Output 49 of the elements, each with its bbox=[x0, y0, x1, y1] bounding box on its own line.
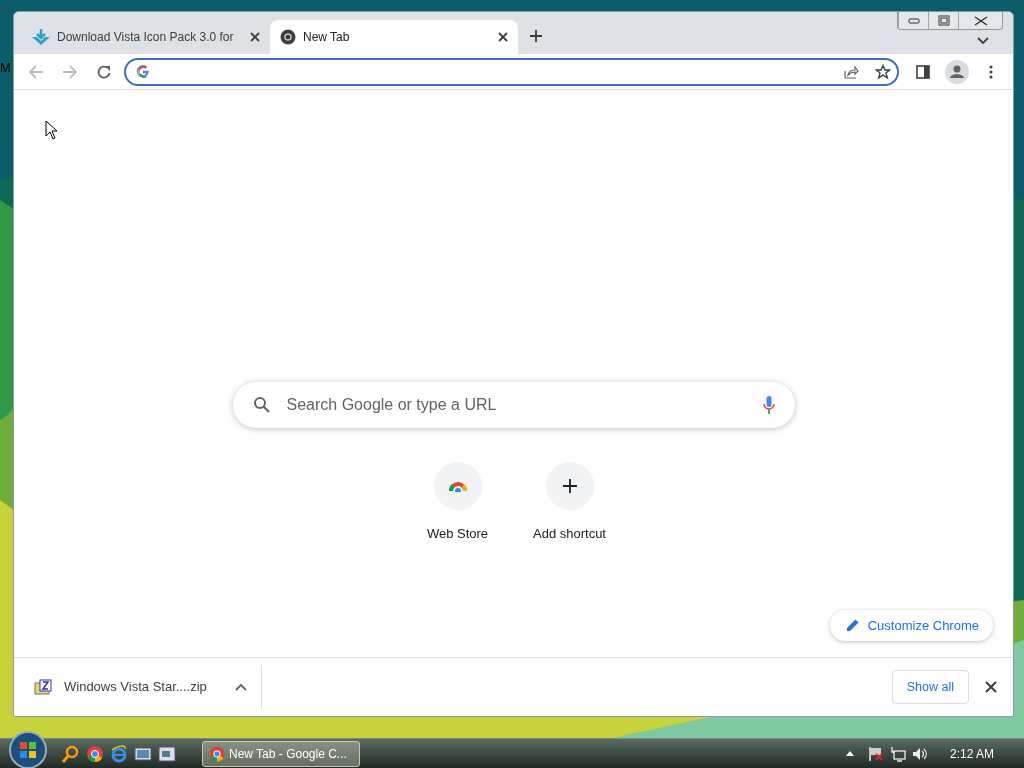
minimize-icon bbox=[907, 17, 920, 24]
browser-tab[interactable]: New Tab bbox=[270, 20, 518, 54]
close-icon bbox=[973, 15, 988, 26]
shortcut-tile[interactable]: Add shortcut bbox=[513, 462, 626, 544]
shortcut-tile[interactable]: Web Store bbox=[401, 462, 514, 544]
flag-icon[interactable] bbox=[867, 745, 884, 762]
download-item[interactable]: Windows Vista Star....zip bbox=[34, 665, 262, 709]
google-g-icon bbox=[136, 64, 150, 79]
address-bar[interactable] bbox=[124, 57, 899, 86]
internet-explorer-icon[interactable] bbox=[110, 744, 128, 763]
profile-button[interactable] bbox=[943, 57, 971, 86]
customize-chrome-button[interactable]: Customize Chrome bbox=[829, 609, 993, 641]
taskbar-window-button[interactable]: New Tab - Google C... bbox=[202, 740, 360, 767]
avatar-icon bbox=[945, 59, 969, 84]
restore-icon bbox=[937, 15, 950, 26]
desktop-icon[interactable] bbox=[134, 745, 152, 762]
switch-windows-icon[interactable] bbox=[158, 745, 176, 762]
zip-file-icon bbox=[34, 679, 52, 695]
reload-icon bbox=[96, 63, 112, 80]
pencil-icon bbox=[845, 618, 860, 633]
share-icon[interactable] bbox=[843, 63, 859, 80]
show-all-button[interactable]: Show all bbox=[891, 669, 969, 705]
close-tab-icon[interactable] bbox=[498, 32, 508, 42]
search-box[interactable]: Search Google or type a URL bbox=[232, 382, 795, 428]
cursor-icon bbox=[45, 120, 59, 140]
back-arrow-icon bbox=[28, 63, 44, 80]
side-panel-icon bbox=[916, 64, 930, 79]
close-tab-icon[interactable] bbox=[250, 32, 260, 42]
network-icon[interactable] bbox=[889, 745, 906, 762]
start-button[interactable] bbox=[8, 729, 48, 768]
clock[interactable]: 2:12 AM bbox=[949, 744, 994, 763]
search-icon[interactable] bbox=[62, 744, 80, 763]
microphone-icon[interactable] bbox=[762, 395, 775, 415]
close-icon bbox=[985, 681, 997, 693]
chrome-icon bbox=[209, 745, 225, 762]
plus-icon bbox=[561, 478, 578, 494]
chevron-down-icon bbox=[977, 37, 989, 45]
chevron-up-icon[interactable] bbox=[234, 683, 247, 691]
download-arrow-icon bbox=[32, 29, 50, 45]
show-hidden-icons-icon[interactable] bbox=[845, 751, 854, 756]
browser-icon[interactable] bbox=[86, 744, 104, 763]
forward-arrow-icon bbox=[62, 63, 78, 80]
menu-icon bbox=[989, 64, 993, 79]
search-icon bbox=[252, 396, 271, 414]
star-icon[interactable] bbox=[875, 63, 891, 80]
plus-icon bbox=[529, 29, 543, 43]
web-store-icon bbox=[447, 480, 468, 492]
browser-tab[interactable]: Download Vista Icon Pack 3.0 for bbox=[22, 20, 270, 54]
chrome-icon bbox=[280, 29, 296, 45]
